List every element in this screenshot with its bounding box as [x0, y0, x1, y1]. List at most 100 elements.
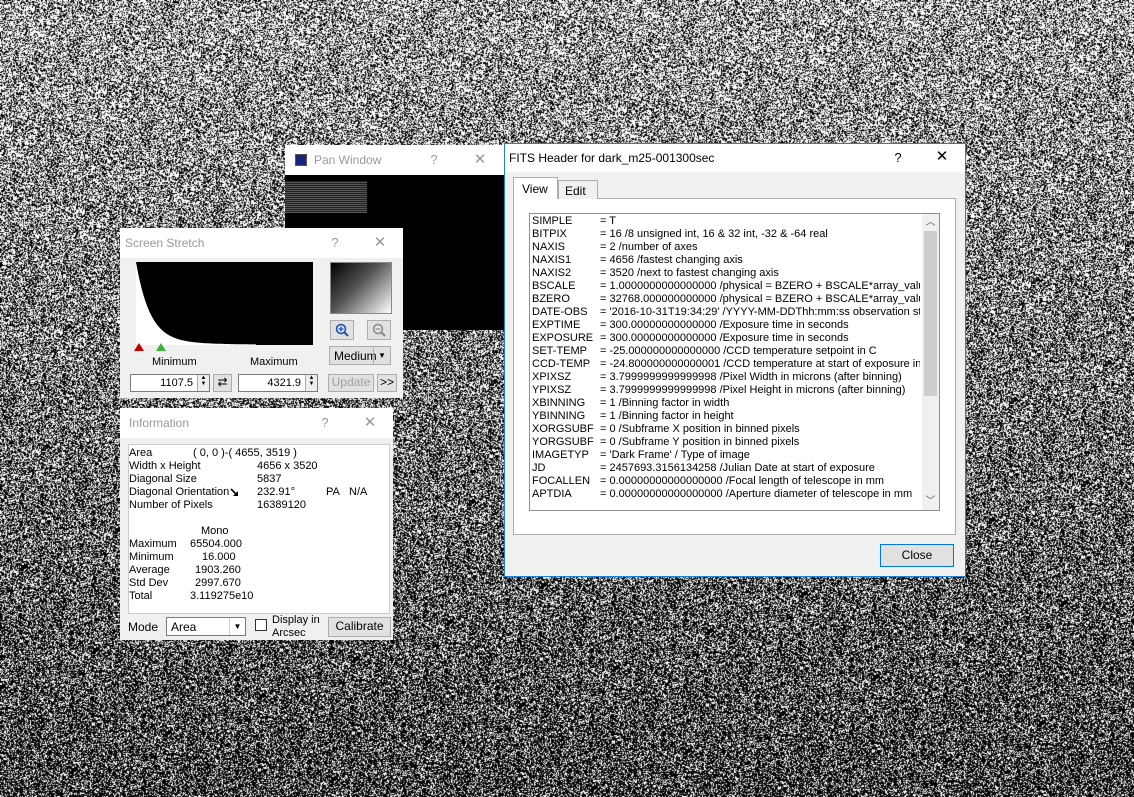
- maximum-input[interactable]: 4321.9 ▲ ▼: [238, 374, 318, 392]
- header-key: NAXIS: [532, 241, 566, 253]
- header-value: = 0 /Subframe Y position in binned pixel…: [600, 436, 800, 448]
- scroll-down-icon[interactable]: ﹀: [922, 493, 939, 510]
- chevron-down-icon: ▼: [373, 347, 390, 364]
- header-key: NAXIS2: [532, 267, 572, 279]
- maximum-spinner[interactable]: ▲ ▼: [305, 375, 317, 391]
- display-arcsec-checkbox[interactable]: [255, 619, 267, 631]
- information-window: Information ? ✕ Area( 0, 0 )-( 4655, 351…: [120, 408, 393, 650]
- header-key: XPIXSZ: [532, 371, 572, 383]
- more-button[interactable]: >>: [377, 374, 397, 392]
- header-list[interactable]: SIMPLE = T BITPIX = 16 /8 unsigned int, 16 …: [529, 213, 940, 511]
- header-key: EXPTIME: [532, 319, 581, 331]
- swap-button[interactable]: ⇄: [213, 374, 232, 392]
- close-button[interactable]: ✕: [931, 147, 953, 167]
- header-key: FOCALLEN: [532, 475, 591, 487]
- header-value: = 2457693.3156134258 /Julian Date at sta…: [600, 462, 875, 474]
- fits-header-titlebar[interactable]: FITS Header for dark_m25-001300sec ? ✕: [505, 144, 965, 172]
- info-row: Diagonal Size 5837: [129, 473, 282, 485]
- app-icon: [295, 154, 307, 166]
- chevron-down-icon: ▼: [229, 618, 245, 635]
- gradient-preview: [330, 262, 392, 314]
- calibrate-button[interactable]: Calibrate >>: [328, 617, 391, 650]
- header-value: = 1 /Binning factor in height: [600, 410, 734, 422]
- header-key: XORGSUBF: [532, 423, 594, 435]
- header-key: IMAGETYP: [532, 449, 589, 461]
- header-key: CCD-TEMP: [532, 358, 591, 370]
- header-key: NAXIS1: [532, 254, 572, 266]
- tab-edit[interactable]: Edit: [558, 180, 598, 199]
- header-value: = 'Dark Frame' / Type of image: [600, 449, 750, 461]
- close-button[interactable]: ✕: [359, 413, 381, 433]
- header-value: = T: [600, 215, 617, 227]
- stats-header: Mono: [201, 525, 229, 537]
- histogram[interactable]: [136, 262, 313, 345]
- header-value: = 4656 /fastest changing axis: [600, 254, 743, 266]
- info-row: Number of Pixels 16389120: [129, 499, 306, 511]
- pan-viewport-rect[interactable]: [285, 181, 367, 213]
- header-key: EXPOSURE: [532, 332, 594, 344]
- pan-window-titlebar[interactable]: Pan Window ? ✕: [285, 145, 505, 175]
- header-value: = 3.7999999999999998 /Pixel Height in mi…: [600, 384, 906, 396]
- tab-view[interactable]: View: [513, 177, 558, 199]
- zoom-out-button[interactable]: [367, 320, 391, 340]
- header-value: = 2 /number of axes: [600, 241, 698, 253]
- screen-stretch-title: Screen Stretch: [125, 236, 205, 250]
- header-value: = 0.00000000000000000 /Aperture diameter…: [600, 488, 913, 500]
- zoom-out-icon: [372, 323, 386, 337]
- stats-row: Maximum 65504.000: [129, 538, 242, 550]
- scroll-up-icon[interactable]: ︿: [922, 214, 939, 231]
- stats-row: Minimum 16.000: [129, 551, 236, 563]
- display-arcsec-label: Display in: [272, 614, 320, 626]
- stats-row: Total 3.119275e10: [129, 590, 254, 602]
- header-value: = 0 /Subframe X position in binned pixel…: [600, 423, 800, 435]
- header-value: = 32768.000000000000 /physical = BZERO +…: [600, 293, 920, 305]
- scrollbar[interactable]: ︿ ﹀: [922, 214, 939, 510]
- header-value: = 3.7999999999999998 /Pixel Width in mic…: [600, 371, 902, 383]
- scroll-thumb[interactable]: [924, 231, 937, 396]
- header-key: XBINNING: [532, 397, 586, 409]
- header-value: = -25.000000000000000 /CCD temperature s…: [600, 345, 877, 357]
- minimum-input[interactable]: 1107.5 ▲ ▼: [130, 374, 210, 392]
- max-marker-icon[interactable]: [156, 343, 166, 351]
- maximum-label: Maximum: [250, 356, 298, 368]
- header-value: = 16 /8 unsigned int, 16 & 32 int, -32 &…: [600, 228, 828, 240]
- header-key: YBINNING: [532, 410, 586, 422]
- mode-label: Mode: [128, 620, 159, 634]
- zoom-in-button[interactable]: [330, 320, 354, 340]
- minimum-label: Minimum: [152, 356, 197, 368]
- header-key: BZERO: [532, 293, 570, 305]
- preset-dropdown[interactable]: Medium ▼: [329, 346, 391, 365]
- header-value: = 300.00000000000000 /Exposure time in s…: [600, 319, 849, 331]
- information-titlebar[interactable]: Information ? ✕: [120, 408, 393, 438]
- info-panel: Area( 0, 0 )-( 4655, 3519 ) Width x Heig…: [128, 444, 390, 614]
- header-key: YPIXSZ: [532, 384, 572, 396]
- minimum-spinner[interactable]: ▲ ▼: [197, 375, 209, 391]
- close-dialog-button[interactable]: Close: [880, 544, 954, 567]
- header-key: YORGSUBF: [532, 436, 594, 448]
- help-button[interactable]: ?: [887, 148, 909, 168]
- update-button[interactable]: Update: [328, 374, 374, 392]
- header-value: = '2016-10-31T19:34:29' /YYYY-MM-DDThh:m…: [600, 306, 920, 318]
- close-button[interactable]: ✕: [369, 233, 391, 253]
- screen-stretch-titlebar[interactable]: Screen Stretch ? ✕: [120, 228, 403, 258]
- header-value: = -24.800000000000001 /CCD temperature a…: [600, 358, 920, 370]
- mode-select[interactable]: Area ▼: [166, 617, 246, 636]
- help-button[interactable]: ?: [423, 150, 445, 170]
- header-key: BITPIX: [532, 228, 567, 240]
- header-value: = 1 /Binning factor in width: [600, 397, 730, 409]
- header-key: SIMPLE: [532, 215, 573, 227]
- stats-row: Std Dev 2997.670: [129, 577, 241, 589]
- min-marker-icon[interactable]: [134, 343, 144, 351]
- information-title: Information: [129, 416, 190, 430]
- help-button[interactable]: ?: [324, 233, 346, 253]
- swap-icon: ⇄: [217, 375, 228, 389]
- info-row: Width x Height 4656 x 3520: [129, 460, 318, 472]
- info-row: Diagonal Orientation 232.91° PA N/A: [129, 486, 368, 498]
- header-value: = 3520 /next to fastest changing axis: [600, 267, 779, 279]
- help-button[interactable]: ?: [314, 413, 336, 433]
- header-key: APTDIA: [532, 488, 572, 500]
- orientation-arrow-icon: [230, 488, 238, 496]
- header-value: = 300.00000000000000 /Exposure time in s…: [600, 332, 849, 344]
- close-button[interactable]: ✕: [469, 150, 491, 170]
- info-row: Area( 0, 0 )-( 4655, 3519 ): [129, 447, 297, 459]
